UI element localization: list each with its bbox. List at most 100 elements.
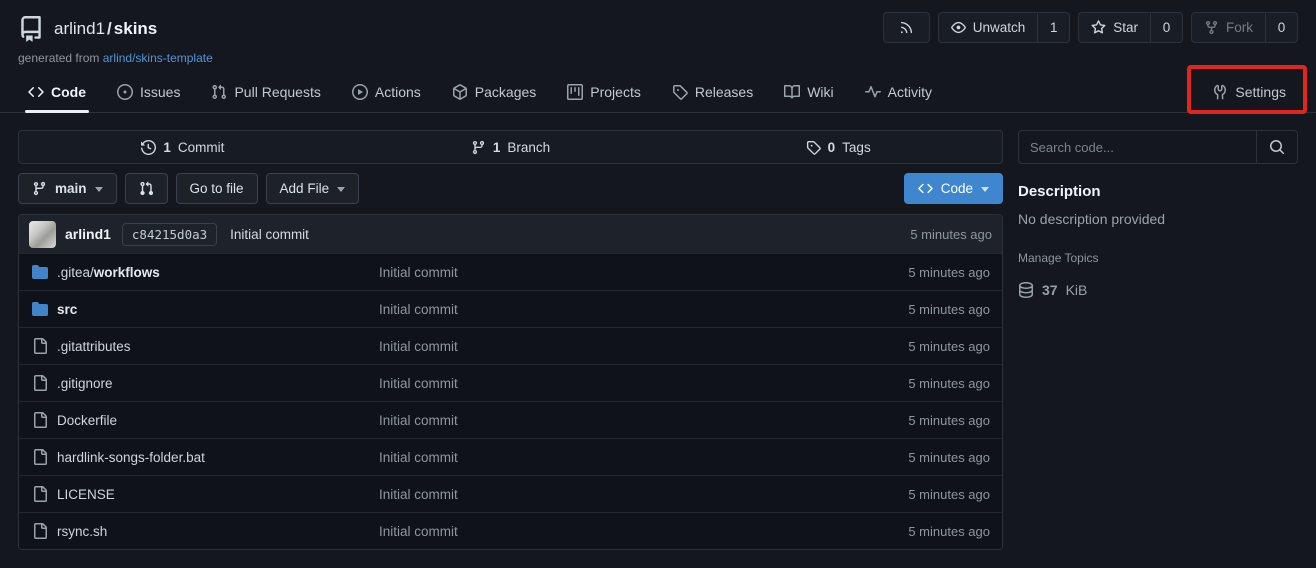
- repo-stats-bar: 1 Commit 1 Branch 0 Tags: [18, 130, 1003, 164]
- caret-down-icon: [981, 187, 989, 192]
- fork-button[interactable]: Fork: [1192, 13, 1265, 42]
- tools-icon: [1212, 84, 1228, 100]
- tab-projects[interactable]: Projects: [567, 72, 641, 112]
- go-to-file-label: Go to file: [190, 181, 244, 196]
- tab-wiki[interactable]: Wiki: [784, 72, 833, 112]
- repo-header: arlind1/skins generated from arlind/skin…: [0, 0, 1316, 65]
- search-input[interactable]: [1018, 130, 1256, 164]
- tab-pull-requests[interactable]: Pull Requests: [211, 72, 320, 112]
- issue-opened-icon: [117, 84, 133, 100]
- repo-owner-link[interactable]: arlind1: [54, 19, 105, 38]
- repo-size-unit: KiB: [1066, 282, 1088, 298]
- template-repo-link[interactable]: arlind/skins-template: [103, 51, 213, 65]
- star-label: Star: [1113, 20, 1138, 35]
- tab-activity[interactable]: Activity: [865, 72, 932, 112]
- file-commit-time: 5 minutes ago: [832, 487, 1002, 502]
- avatar[interactable]: [29, 221, 56, 248]
- manage-topics-link[interactable]: Manage Topics: [1018, 251, 1298, 265]
- tab-settings[interactable]: Settings: [1212, 72, 1286, 112]
- tab-code[interactable]: Code: [28, 72, 86, 112]
- file-icon: [32, 338, 48, 354]
- unwatch-label: Unwatch: [973, 20, 1026, 35]
- file-commit-link[interactable]: Initial commit: [379, 524, 832, 539]
- file-name-link[interactable]: .gitattributes: [57, 339, 131, 354]
- tab-packages[interactable]: Packages: [452, 72, 536, 112]
- unwatch-button[interactable]: Unwatch: [939, 13, 1038, 42]
- commit-message-link[interactable]: Initial commit: [230, 227, 309, 242]
- file-name-cell: hardlink-songs-folder.bat: [19, 449, 379, 465]
- code-search: [1018, 130, 1298, 164]
- tab-actions[interactable]: Actions: [352, 72, 421, 112]
- file-commit-link[interactable]: Initial commit: [379, 339, 832, 354]
- fork-button-group: Fork 0: [1191, 12, 1298, 43]
- file-row: hardlink-songs-folder.batInitial commit5…: [19, 438, 1002, 475]
- file-name: src: [57, 302, 77, 317]
- file-name-link[interactable]: .gitignore: [57, 376, 113, 391]
- git-compare-icon: [139, 181, 154, 196]
- repo-name-link[interactable]: skins: [114, 19, 157, 38]
- compare-button[interactable]: [125, 173, 168, 204]
- branch-selector[interactable]: main: [18, 173, 117, 204]
- file-name-link[interactable]: LICENSE: [57, 487, 115, 502]
- tags-stat[interactable]: 0 Tags: [674, 131, 1002, 163]
- star-button-group: Star 0: [1078, 12, 1183, 43]
- git-branch-icon: [471, 140, 486, 155]
- file-name-link[interactable]: src: [57, 302, 77, 317]
- file-commit-link[interactable]: Initial commit: [379, 487, 832, 502]
- file-name-link[interactable]: hardlink-songs-folder.bat: [57, 450, 205, 465]
- file-name-link[interactable]: rsync.sh: [57, 524, 107, 539]
- folder-icon: [32, 301, 48, 317]
- tab-activity-label: Activity: [888, 84, 932, 100]
- caret-down-icon: [95, 187, 103, 192]
- watch-button-group: Unwatch 1: [938, 12, 1071, 43]
- add-file-button[interactable]: Add File: [266, 173, 360, 204]
- code-download-button[interactable]: Code: [904, 173, 1003, 204]
- code-icon: [918, 181, 933, 196]
- tab-projects-label: Projects: [590, 84, 641, 100]
- tab-wiki-label: Wiki: [807, 84, 833, 100]
- tab-pull-requests-label: Pull Requests: [234, 84, 320, 100]
- commit-author-link[interactable]: arlind1: [65, 226, 111, 242]
- content: 1 Commit 1 Branch 0 Tags: [0, 113, 1316, 550]
- repo-page: arlind1/skins generated from arlind/skin…: [0, 0, 1316, 568]
- rss-icon: [884, 13, 929, 42]
- file-name: rsync.sh: [57, 524, 107, 539]
- file-row: .gitea/workflowsInitial commit5 minutes …: [19, 253, 1002, 290]
- rss-button[interactable]: [883, 12, 930, 43]
- package-icon: [452, 84, 468, 100]
- play-circle-icon: [352, 84, 368, 100]
- file-commit-link[interactable]: Initial commit: [379, 413, 832, 428]
- file-name-cell: Dockerfile: [19, 412, 379, 428]
- file-name-prefix: .gitea/: [57, 265, 94, 280]
- star-count[interactable]: 0: [1150, 13, 1182, 42]
- tab-releases[interactable]: Releases: [672, 72, 753, 112]
- watch-count[interactable]: 1: [1037, 13, 1069, 42]
- file-icon: [32, 412, 48, 428]
- file-row: LICENSE Initial commit5 minutes ago: [19, 475, 1002, 512]
- go-to-file-button[interactable]: Go to file: [176, 173, 258, 204]
- file-commit-time: 5 minutes ago: [832, 413, 1002, 428]
- commit-count-label: Commit: [178, 140, 225, 155]
- file-commit-link[interactable]: Initial commit: [379, 302, 832, 317]
- tab-issues[interactable]: Issues: [117, 72, 180, 112]
- file-name-link[interactable]: Dockerfile: [57, 413, 117, 428]
- fork-count[interactable]: 0: [1265, 13, 1297, 42]
- star-button[interactable]: Star: [1079, 13, 1150, 42]
- file-row: .gitattributesInitial commit5 minutes ag…: [19, 327, 1002, 364]
- file-name-cell: .gitea/workflows: [19, 264, 379, 280]
- search-icon: [1269, 139, 1285, 155]
- project-board-icon: [567, 84, 583, 100]
- sidebar: Description No description provided Mana…: [1018, 130, 1298, 550]
- file-commit-link[interactable]: Initial commit: [379, 265, 832, 280]
- file-commit-link[interactable]: Initial commit: [379, 450, 832, 465]
- generated-from-line: generated from arlind/skins-template: [18, 51, 1298, 65]
- branches-stat[interactable]: 1 Branch: [347, 131, 675, 163]
- file-commit-time: 5 minutes ago: [832, 376, 1002, 391]
- tag-icon: [806, 140, 821, 155]
- search-button[interactable]: [1256, 130, 1298, 164]
- file-commit-link[interactable]: Initial commit: [379, 376, 832, 391]
- file-name-link[interactable]: .gitea/workflows: [57, 265, 160, 280]
- commit-hash-badge[interactable]: c84215d0a3: [122, 223, 217, 246]
- file-row: rsync.shInitial commit5 minutes ago: [19, 512, 1002, 549]
- commits-stat[interactable]: 1 Commit: [19, 131, 347, 163]
